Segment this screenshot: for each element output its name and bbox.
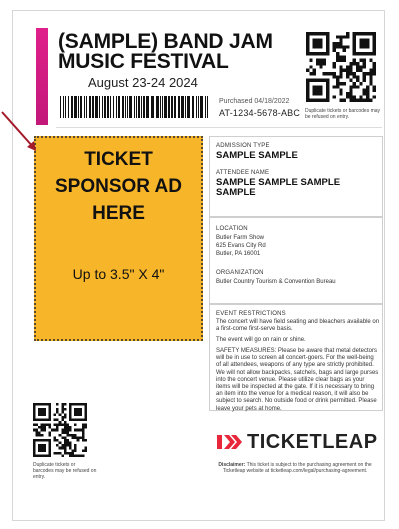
restrictions-seating: The concert will have field seating and … xyxy=(216,319,380,333)
sponsor-ad-box: TICKET SPONSOR AD HERE Up to 3.5" X 4" xyxy=(34,136,203,341)
location-label: LOCATION xyxy=(216,226,248,232)
restrictions-safety: SAFETY MEASURES: Please be aware that me… xyxy=(216,348,379,412)
qr-code-icon xyxy=(33,403,87,457)
admission-type-label: ADMISSION TYPE xyxy=(216,143,270,149)
sponsor-ad-title: TICKET SPONSOR AD HERE xyxy=(54,149,183,224)
disclaimer-text: This ticket is subject to the purchasing… xyxy=(222,462,372,474)
ticketleap-logo: TICKETLEAP xyxy=(217,432,378,452)
ticket-id: AT-1234-5678-ABC xyxy=(219,108,301,118)
location-city: Butler, PA 16001 xyxy=(216,251,261,257)
admission-type-value: SAMPLE SAMPLE xyxy=(216,150,298,161)
arrow-icon xyxy=(1,111,36,151)
attendee-name-value: SAMPLE SAMPLE SAMPLE SAMPLE xyxy=(216,177,341,198)
barcode-icon xyxy=(60,96,208,118)
event-date: August 23-24 2024 xyxy=(88,75,198,90)
restrictions-label: EVENT RESTRICTIONS xyxy=(216,311,286,317)
attendee-name-label: ATTENDEE NAME xyxy=(216,170,270,176)
divider xyxy=(56,127,382,128)
location-street: 625 Evans City Rd xyxy=(216,243,266,249)
qr-note-top: Duplicate tickets or barcodes may be ref… xyxy=(305,108,381,120)
purchase-date: Purchased 04/18/2022 xyxy=(219,98,290,105)
logo-text: TICKETLEAP xyxy=(247,431,378,453)
organization-label: ORGANIZATION xyxy=(216,270,264,276)
sponsor-ad-size: Up to 3.5" X 4" xyxy=(72,266,165,282)
location-box: LOCATION Butler Farm Show 625 Evans City… xyxy=(209,217,383,304)
organization-value: Butler Country Tourism & Convention Bure… xyxy=(216,279,336,285)
restrictions-box: EVENT RESTRICTIONS The concert will have… xyxy=(209,304,383,412)
location-venue: Butler Farm Show xyxy=(216,235,265,241)
qr-code-icon xyxy=(306,32,376,102)
admission-box: ADMISSION TYPE SAMPLE SAMPLE ATTENDEE NA… xyxy=(209,136,383,217)
ticketleap-logo-icon xyxy=(217,435,242,449)
event-title: (SAMPLE) BAND JAM MUSIC FESTIVAL xyxy=(58,30,273,73)
qr-note-bottom: Duplicate tickets or barcodes may be ref… xyxy=(33,462,97,480)
restrictions-weather: The event will go on rain or shine. xyxy=(216,337,306,343)
disclaimer: Disclaimer: This ticket is subject to th… xyxy=(210,462,380,474)
